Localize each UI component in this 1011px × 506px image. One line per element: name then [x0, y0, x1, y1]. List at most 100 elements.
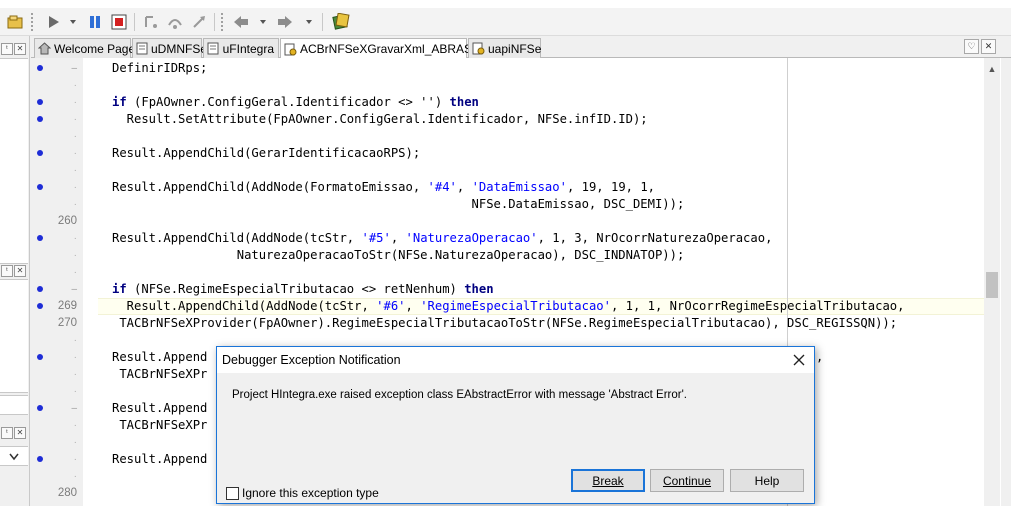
stop-icon[interactable] — [108, 11, 130, 33]
right-dock-strip — [1001, 58, 1011, 506]
unit-file-gear-icon — [472, 42, 485, 55]
chevron-down-icon — [9, 453, 19, 461]
breakpoint-dot-icon[interactable] — [37, 116, 43, 122]
help-button[interactable]: Help — [730, 469, 804, 492]
line-dot: · — [73, 131, 77, 142]
breakpoint-dot-icon[interactable] — [37, 99, 43, 105]
checkbox-box[interactable] — [226, 486, 239, 500]
continue-button-label: Continue — [662, 473, 712, 488]
breakpoint-dot-icon[interactable] — [37, 405, 43, 411]
code-line[interactable]: TACBrNFSeXProvider(FpAOwner).RegimeEspec… — [112, 315, 897, 332]
open-project-icon[interactable] — [4, 11, 26, 33]
forward-arrow-icon[interactable] — [274, 11, 296, 33]
left-panel-field[interactable] — [0, 395, 28, 415]
editor-gutter[interactable]: – 260 – 269 270 – 280 · · · · · · · · · · · · · · · · · · · — [31, 58, 83, 506]
line-dot: · — [73, 267, 77, 278]
tab-ufintegra[interactable]: uFIntegra — [203, 38, 279, 58]
line-dot: · — [73, 148, 77, 159]
code-line[interactable]: NFSe.DataEmissao, DSC_DEMI)); — [112, 196, 685, 213]
dialog-title-bar: Debugger Exception Notification — [217, 347, 814, 373]
break-button-label: Break — [592, 473, 624, 488]
continue-button[interactable]: Continue — [650, 469, 724, 492]
unit-file-gear-icon — [284, 43, 297, 56]
code-line[interactable]: Result.AppendChild(GerarIdentificacaoRPS… — [112, 145, 420, 162]
exception-message: Project HIntegra.exe raised exception cl… — [232, 389, 687, 401]
debug-toolbar — [0, 8, 1011, 36]
tab-list-dropdown-icon[interactable]: ♡ — [964, 39, 979, 54]
scroll-up-arrow-icon[interactable]: ▲ — [986, 62, 998, 76]
tab-label: ACBrNFSeXGravarXml_ABRASFv1 — [300, 42, 493, 56]
breakpoint-dot-icon[interactable] — [37, 303, 43, 309]
run-to-cursor-icon[interactable] — [188, 11, 210, 33]
pin-icon[interactable]: ᵗ — [1, 427, 13, 439]
close-icon[interactable]: ✕ — [14, 265, 26, 277]
line-dot: · — [73, 471, 77, 482]
dropdown-arrow-icon[interactable] — [252, 11, 274, 33]
breakpoint-dot-icon[interactable] — [37, 150, 43, 156]
tab-uapinfse[interactable]: uapiNFSe — [468, 38, 541, 58]
code-line[interactable]: TACBrNFSeXPr — [112, 417, 207, 434]
break-button[interactable]: Break — [571, 469, 645, 492]
close-icon[interactable]: ✕ — [14, 43, 26, 55]
browse-symbol-icon[interactable] — [330, 11, 352, 33]
code-line[interactable]: Result.AppendChild(AddNode(FormatoEmissa… — [112, 179, 655, 196]
back-arrow-icon[interactable] — [230, 11, 252, 33]
line-dot: · — [73, 199, 77, 210]
line-dot: · — [73, 80, 77, 91]
tab-label: uDMNFSe — [151, 41, 208, 56]
line-dot: · — [73, 420, 77, 431]
checkbox-label: Ignore this exception type — [242, 486, 379, 500]
line-dot: · — [73, 182, 77, 193]
dropdown-arrow-icon[interactable] — [62, 11, 84, 33]
breakpoint-dot-icon[interactable] — [37, 286, 43, 292]
code-line[interactable]: NaturezaOperacaoToStr(NFSe.NaturezaOpera… — [112, 247, 685, 264]
line-dot: · — [73, 369, 77, 380]
line-dot: · — [73, 352, 77, 363]
ignore-exception-checkbox[interactable]: Ignore this exception type — [226, 486, 379, 500]
line-marker: – — [71, 403, 77, 414]
toolbar-grip[interactable] — [220, 12, 224, 32]
code-line[interactable]: DefinirIDRps; — [112, 60, 207, 77]
code-line[interactable]: if (NFSe.RegimeEspecialTributacao <> ret… — [112, 281, 494, 298]
left-panel-dropdown[interactable] — [0, 446, 28, 466]
breakpoint-dot-icon[interactable] — [37, 456, 43, 462]
toolbar-grip[interactable] — [30, 12, 34, 32]
line-dot: · — [73, 437, 77, 448]
breakpoint-dot-icon[interactable] — [37, 235, 43, 241]
code-line-fragment: , — [816, 350, 824, 364]
code-line[interactable]: Result.Append — [112, 451, 207, 468]
close-icon[interactable]: ✕ — [14, 427, 26, 439]
code-line[interactable]: if (FpAOwner.ConfigGeral.Identificador <… — [112, 94, 479, 111]
pin-icon[interactable]: ᵗ — [1, 265, 13, 277]
close-tab-icon[interactable]: ✕ — [981, 39, 996, 54]
step-into-icon[interactable] — [140, 11, 162, 33]
code-line[interactable]: Result.AppendChild(AddNode(tcStr, '#5', … — [112, 230, 772, 247]
tab-label: uFIntegra — [222, 41, 274, 56]
left-panel-content[interactable] — [0, 279, 28, 393]
scrollbar-thumb[interactable] — [986, 272, 998, 298]
line-dot: · — [73, 386, 77, 397]
breakpoint-dot-icon[interactable] — [37, 354, 43, 360]
line-dot: · — [73, 97, 77, 108]
code-line[interactable]: Result.Append — [112, 400, 207, 417]
code-line[interactable]: TACBrNFSeXPr — [112, 366, 207, 383]
tab-acbrnfsexgravarxml[interactable]: ACBrNFSeXGravarXml_ABRASFv1 — [280, 38, 492, 59]
code-line[interactable]: Result.AppendChild(AddNode(tcStr, '#6', … — [112, 298, 905, 315]
pause-icon[interactable] — [84, 11, 106, 33]
unit-file-icon — [207, 42, 220, 55]
breakpoint-dot-icon[interactable] — [37, 184, 43, 190]
breakpoint-dot-icon[interactable] — [37, 65, 43, 71]
tab-udmnfse[interactable]: uDMNFSe — [132, 38, 207, 58]
pin-icon[interactable]: ᵗ — [1, 43, 13, 55]
line-dot: · — [73, 165, 77, 176]
step-over-icon[interactable] — [164, 11, 186, 33]
dropdown-arrow-icon[interactable] — [298, 11, 320, 33]
code-line[interactable]: Result.SetAttribute(FpAOwner.ConfigGeral… — [112, 111, 648, 128]
toolbar-separator — [214, 13, 215, 31]
tab-welcome-page[interactable]: Welcome Page — [34, 38, 135, 58]
left-panel-content[interactable] — [0, 58, 28, 264]
top-strip — [0, 0, 1011, 8]
close-icon[interactable] — [790, 351, 808, 369]
code-line[interactable]: Result.Append — [112, 349, 207, 366]
run-icon[interactable] — [42, 11, 64, 33]
